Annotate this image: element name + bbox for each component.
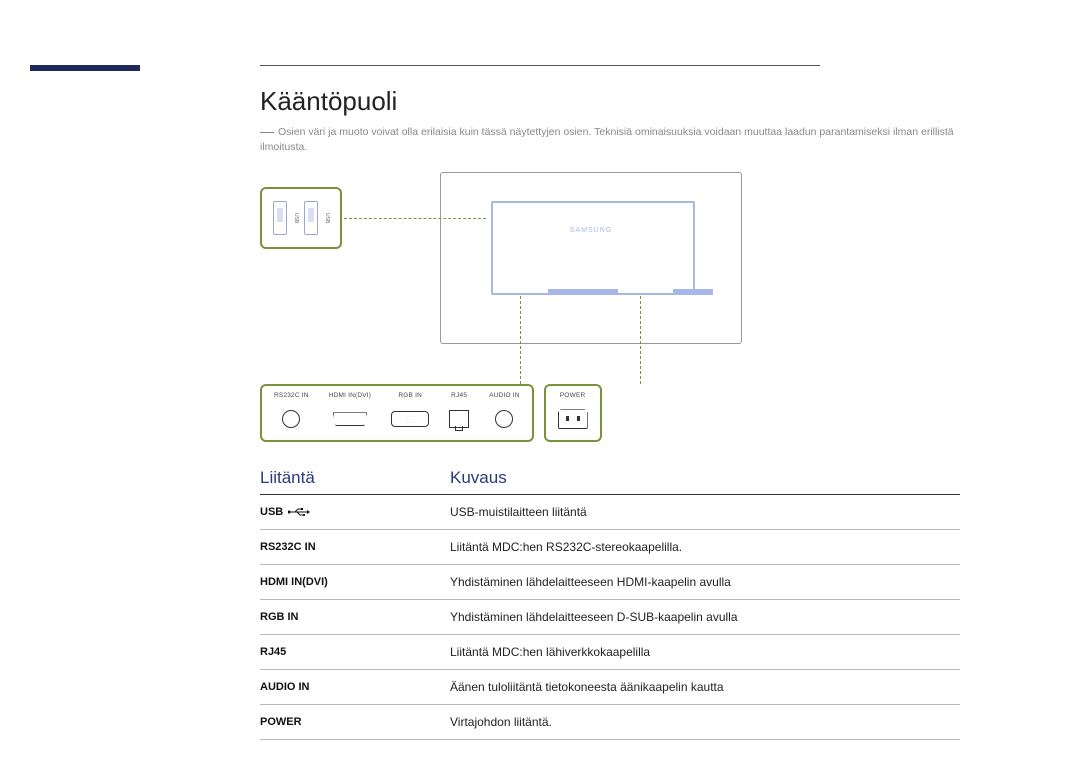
port-desc-cell: Äänen tuloliitäntä tietokoneesta äänikaa… <box>450 670 960 705</box>
ports-main-box: RS232C IN HDMI IN(DVI) RGB IN RJ45 AUDIO IN <box>260 384 534 442</box>
port-name-cell: USB <box>260 495 450 530</box>
port-name-cell: POWER <box>260 705 450 740</box>
table-row: USB USB-muistilaitteen liitäntä <box>260 495 960 530</box>
usb-port-label: USB <box>293 213 298 223</box>
usb-port-label: USB <box>324 213 329 223</box>
port-name-cell: AUDIO IN <box>260 670 450 705</box>
port-hdmi-in-dvi-: HDMI IN(DVI) <box>329 392 371 431</box>
ports-table: Liitäntä Kuvaus USB USB-muistilaitteen l… <box>260 462 960 740</box>
port-desc-cell: Yhdistäminen lähdelaitteeseen HDMI-kaape… <box>450 565 960 600</box>
port-rgb-in: RGB IN <box>391 392 429 431</box>
table-row: RJ45Liitäntä MDC:hen lähiverkkokaapelill… <box>260 635 960 670</box>
port-label: RS232C IN <box>274 392 309 399</box>
port-label: RJ45 <box>451 392 467 399</box>
usb-port-icon <box>304 201 318 235</box>
port-desc-cell: Yhdistäminen lähdelaitteeseen D-SUB-kaap… <box>450 600 960 635</box>
port-desc-cell: Liitäntä MDC:hen RS232C-stereokaapelilla… <box>450 530 960 565</box>
page-heading: Kääntöpuoli <box>260 86 960 117</box>
callout-line <box>640 296 641 384</box>
port-name-cell: RS232C IN <box>260 530 450 565</box>
power-icon <box>558 409 588 429</box>
content-area: Kääntöpuoli Osien väri ja muoto voivat o… <box>260 86 960 740</box>
circle-icon <box>282 410 300 428</box>
usb-icon <box>283 506 310 518</box>
table-header-port: Liitäntä <box>260 462 450 495</box>
port-label: POWER <box>560 392 586 399</box>
table-row: HDMI IN(DVI)Yhdistäminen lähdelaitteesee… <box>260 565 960 600</box>
port-rj45: RJ45 <box>449 392 469 431</box>
port-label: HDMI IN(DVI) <box>329 392 371 399</box>
ports-power-box: POWER <box>544 384 602 442</box>
circle-icon <box>495 410 513 428</box>
panel-segment <box>673 289 713 295</box>
port-label: AUDIO IN <box>489 392 520 399</box>
rj45-icon <box>449 410 469 428</box>
port-power: POWER <box>558 392 588 431</box>
table-row: RGB INYhdistäminen lähdelaitteeseen D-SU… <box>260 600 960 635</box>
table-body: USB USB-muistilaitteen liitäntäRS232C IN… <box>260 495 960 740</box>
note-text: Osien väri ja muoto voivat olla erilaisi… <box>260 125 960 154</box>
port-rs232c-in: RS232C IN <box>274 392 309 431</box>
top-rule <box>260 65 820 66</box>
document-page: Kääntöpuoli Osien väri ja muoto voivat o… <box>0 0 1080 780</box>
device-panel-outline <box>491 201 695 295</box>
port-desc-cell: USB-muistilaitteen liitäntä <box>450 495 960 530</box>
table-row: POWERVirtajohdon liitäntä. <box>260 705 960 740</box>
note-dash-icon <box>260 132 274 133</box>
table-header-desc: Kuvaus <box>450 462 960 495</box>
hdmi-icon <box>333 412 367 426</box>
port-name-cell: RJ45 <box>260 635 450 670</box>
port-audio-in: AUDIO IN <box>489 392 520 431</box>
port-name-cell: RGB IN <box>260 600 450 635</box>
port-name-cell: HDMI IN(DVI) <box>260 565 450 600</box>
rear-diagram: USB USB SAMSUNG RS232C IN HDMI IN(DVI) RGB… <box>260 172 960 432</box>
device-rear-outline: SAMSUNG <box>440 172 742 344</box>
panel-segment <box>548 289 618 295</box>
port-label: RGB IN <box>398 392 422 399</box>
side-accent-bar <box>30 65 140 71</box>
ports-row: RS232C INHDMI IN(DVI)RGB INRJ45AUDIO IN … <box>260 384 602 442</box>
port-desc-cell: Virtajohdon liitäntä. <box>450 705 960 740</box>
table-row: RS232C INLiitäntä MDC:hen RS232C-stereok… <box>260 530 960 565</box>
port-desc-cell: Liitäntä MDC:hen lähiverkkokaapelilla <box>450 635 960 670</box>
vga-icon <box>391 411 429 427</box>
callout-line <box>344 218 486 219</box>
table-row: AUDIO INÄänen tuloliitäntä tietokoneesta… <box>260 670 960 705</box>
note-body: Osien väri ja muoto voivat olla erilaisi… <box>260 126 954 153</box>
brand-label: SAMSUNG <box>570 227 612 234</box>
callout-line <box>520 296 521 384</box>
usb-callout-box: USB USB <box>260 187 342 249</box>
usb-port-icon <box>273 201 287 235</box>
